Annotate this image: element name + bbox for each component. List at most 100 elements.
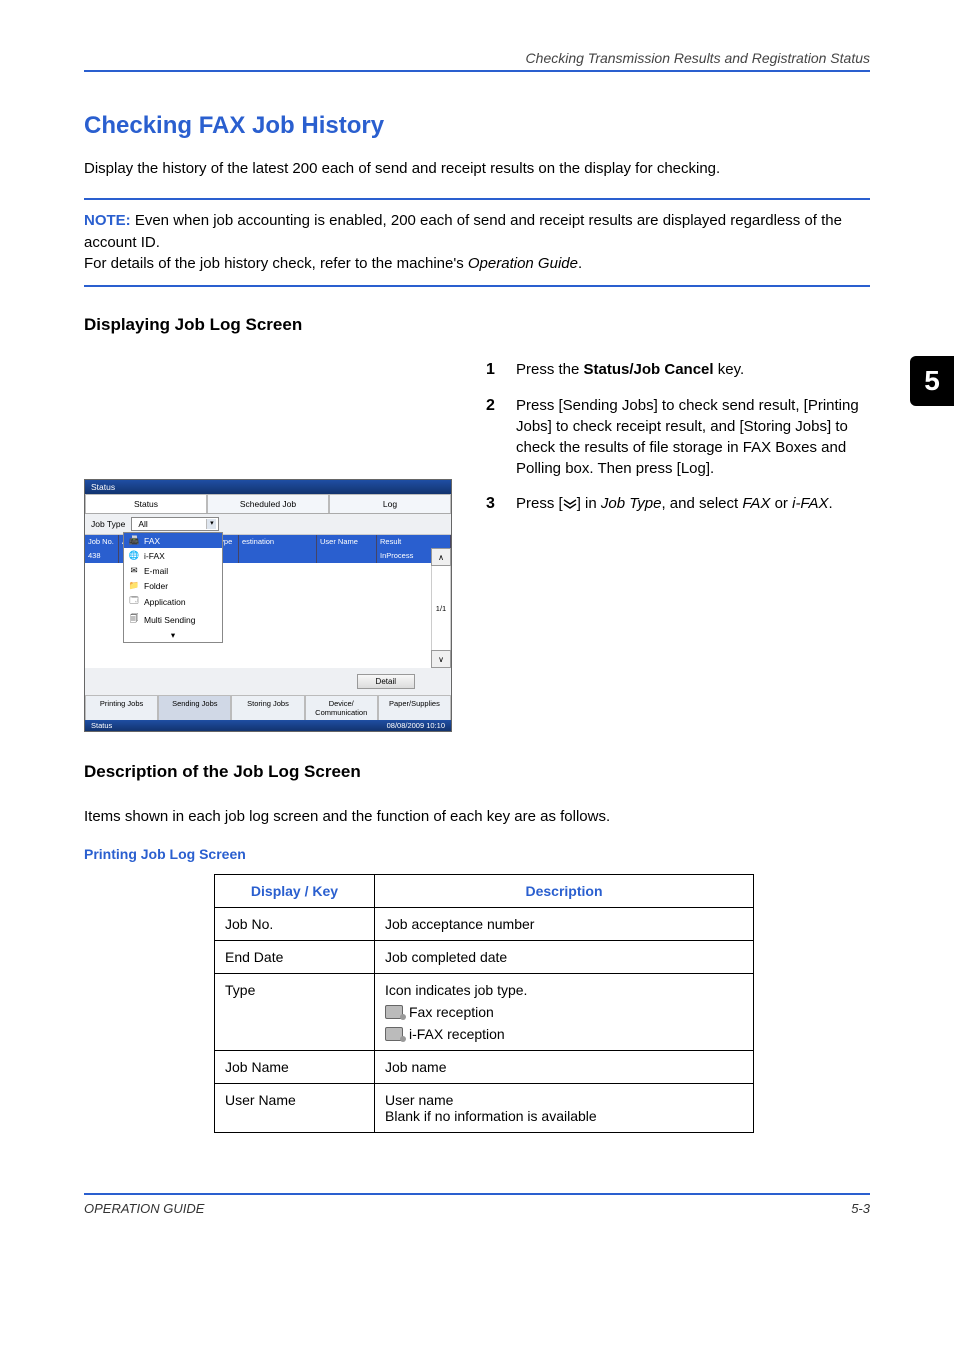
menu-item-folder[interactable]: 📁Folder xyxy=(124,578,222,593)
step-3-em1: Job Type xyxy=(601,495,662,512)
cell-key: Type xyxy=(215,973,375,1050)
th-display-key: Display / Key xyxy=(215,874,375,907)
status-screen: Status Status Scheduled Job Log Job Type… xyxy=(84,479,452,732)
page-footer: OPERATION GUIDE 5-3 xyxy=(84,1193,870,1216)
folder-icon: 📁 xyxy=(128,580,140,591)
description-lead: Items shown in each job log screen and t… xyxy=(84,806,870,828)
cell-val: Job name xyxy=(375,1050,754,1083)
step-1: 1 Press the Status/Job Cancel key. xyxy=(486,359,870,381)
footer-right: 5-3 xyxy=(851,1201,870,1216)
cell-key: Job Name xyxy=(215,1050,375,1083)
col-result: Result xyxy=(377,535,451,548)
tab-scheduled[interactable]: Scheduled Job xyxy=(207,494,329,513)
cell-val: Job acceptance number xyxy=(375,907,754,940)
scroll-up-button[interactable]: ∧ xyxy=(431,548,451,566)
intro-paragraph: Display the history of the latest 200 ea… xyxy=(84,158,870,180)
detail-button[interactable]: Detail xyxy=(357,674,415,689)
page-title: Checking FAX Job History xyxy=(84,112,870,140)
step-3-mid3: or xyxy=(770,495,792,512)
step-number: 3 xyxy=(486,493,502,515)
status-footer-label: Status xyxy=(91,721,112,730)
step-3-em2: FAX xyxy=(742,495,770,512)
step-1-post: key. xyxy=(714,361,745,378)
ifax-reception-icon xyxy=(385,1027,403,1041)
table-title: Printing Job Log Screen xyxy=(84,846,870,862)
step-2: 2 Press [Sending Jobs] to check send res… xyxy=(486,395,870,479)
multisend-icon: 🗐 xyxy=(128,613,140,627)
bottom-tab-bar: Printing Jobs Sending Jobs Storing Jobs … xyxy=(85,695,451,720)
type-ifax: i-FAX reception xyxy=(409,1026,505,1042)
ifax-icon: 🌐 xyxy=(128,550,140,561)
page-indicator: 1/1 xyxy=(431,566,451,650)
menu-scroll-down[interactable]: ▾ xyxy=(124,629,222,642)
note-guide-ref: Operation Guide xyxy=(468,255,578,272)
cell-jobno: 438 xyxy=(85,548,119,563)
type-intro: Icon indicates job type. xyxy=(385,982,527,998)
scroll-down-button[interactable]: ∨ xyxy=(431,650,451,668)
table-row: User Name User name Blank if no informat… xyxy=(215,1083,754,1132)
cell-val: User name Blank if no information is ava… xyxy=(375,1083,754,1132)
jobtype-selected: All xyxy=(138,519,147,529)
step-3-mid: ] in xyxy=(577,495,601,512)
tab-status[interactable]: Status xyxy=(85,494,207,513)
col-dest: estination xyxy=(239,535,317,548)
menu-item-email[interactable]: ✉E-mail xyxy=(124,563,222,578)
tab-log[interactable]: Log xyxy=(329,494,451,513)
note-text-2b: . xyxy=(578,255,582,272)
table-row: End Date Job completed date xyxy=(215,940,754,973)
table-row: Type Icon indicates job type. Fax recept… xyxy=(215,973,754,1050)
tab-paper-supplies[interactable]: Paper/Supplies xyxy=(378,695,451,720)
type-fax: Fax reception xyxy=(409,1004,494,1020)
col-user: User Name xyxy=(317,535,377,548)
section-heading-display: Displaying Job Log Screen xyxy=(84,315,870,335)
note-block: NOTE: Even when job accounting is enable… xyxy=(84,198,870,287)
chapter-tab: 5 xyxy=(910,356,954,406)
jobtype-menu: 📠FAX 🌐i-FAX ✉E-mail 📁Folder 🗔Application… xyxy=(123,532,223,643)
table-row: Job No. Job acceptance number xyxy=(215,907,754,940)
menu-item-multisend[interactable]: 🗐Multi Sending xyxy=(124,611,222,629)
tab-device-comm[interactable]: Device/ Communication xyxy=(305,695,378,720)
step-2-text: Press [Sending Jobs] to check send resul… xyxy=(516,395,870,479)
cell-val: Icon indicates job type. Fax reception i… xyxy=(375,973,754,1050)
steps-list: 1 Press the Status/Job Cancel key. 2 Pre… xyxy=(486,359,870,516)
tab-printing-jobs[interactable]: Printing Jobs xyxy=(85,695,158,720)
chevron-down-icon[interactable]: ▾ xyxy=(206,519,216,529)
status-footer-time: 08/08/2009 10:10 xyxy=(387,721,445,730)
jobtype-dropdown[interactable]: All ▾ xyxy=(131,517,219,531)
top-tab-bar: Status Scheduled Job Log xyxy=(85,494,451,514)
cell-key: User Name xyxy=(215,1083,375,1132)
col-jobno: Job No. xyxy=(85,535,119,548)
step-3-pre: Press [ xyxy=(516,495,563,512)
note-text-2a: For details of the job history check, re… xyxy=(84,255,468,272)
running-header: Checking Transmission Results and Regist… xyxy=(84,50,870,72)
chevron-down-icon xyxy=(563,499,577,509)
step-3-em3: i-FAX xyxy=(792,495,828,512)
window-titlebar: Status xyxy=(85,480,451,494)
th-description: Description xyxy=(375,874,754,907)
table-row: Job Name Job name xyxy=(215,1050,754,1083)
cell-dest xyxy=(239,548,317,563)
step-3-post: . xyxy=(829,495,833,512)
tab-storing-jobs[interactable]: Storing Jobs xyxy=(231,695,304,720)
tab-sending-jobs[interactable]: Sending Jobs xyxy=(158,695,231,720)
cell-val: Job completed date xyxy=(375,940,754,973)
step-number: 2 xyxy=(486,395,502,479)
menu-item-application[interactable]: 🗔Application xyxy=(124,593,222,611)
email-icon: ✉ xyxy=(128,565,140,576)
note-text-1: Even when job accounting is enabled, 200… xyxy=(84,212,842,251)
description-table: Display / Key Description Job No. Job ac… xyxy=(214,874,754,1133)
step-1-bold: Status/Job Cancel xyxy=(584,361,714,378)
section-heading-description: Description of the Job Log Screen xyxy=(84,762,870,782)
cell-key: End Date xyxy=(215,940,375,973)
step-1-pre: Press the xyxy=(516,361,584,378)
step-3: 3 Press [ ] in Job Type, and select FAX o… xyxy=(486,493,870,515)
footer-left: OPERATION GUIDE xyxy=(84,1201,204,1216)
fax-reception-icon xyxy=(385,1005,403,1019)
cell-key: Job No. xyxy=(215,907,375,940)
step-number: 1 xyxy=(486,359,502,381)
step-3-mid2: , and select xyxy=(661,495,742,512)
menu-item-ifax[interactable]: 🌐i-FAX xyxy=(124,548,222,563)
fax-icon: 📠 xyxy=(128,535,140,546)
menu-item-fax[interactable]: 📠FAX xyxy=(124,533,222,548)
cell-user xyxy=(317,548,377,563)
